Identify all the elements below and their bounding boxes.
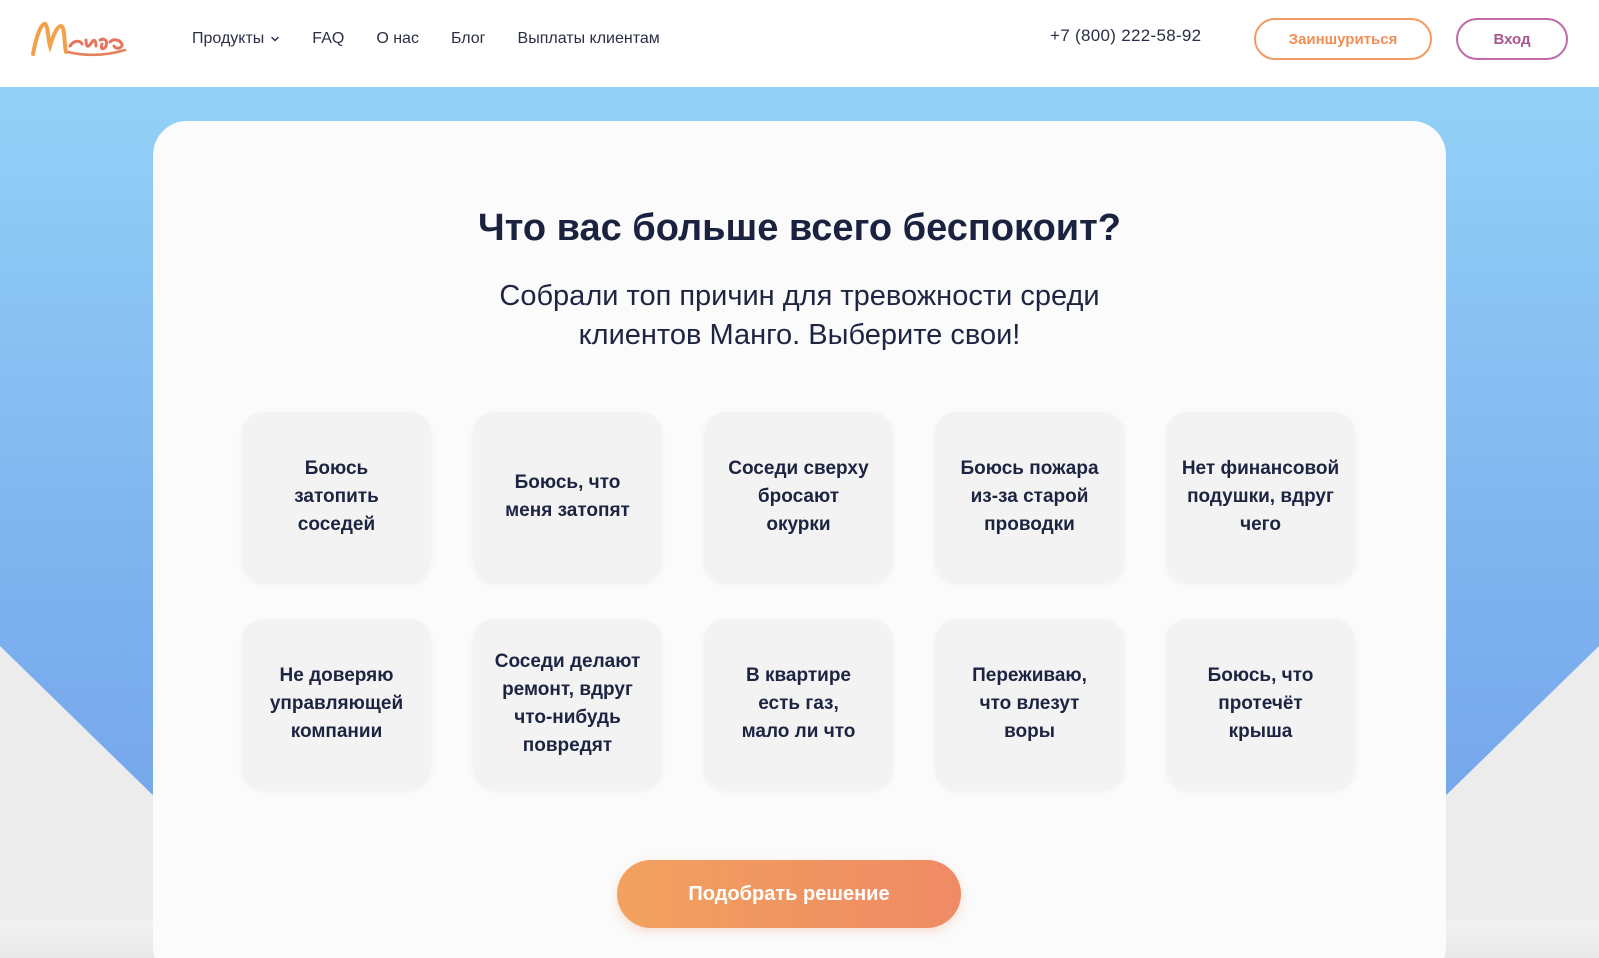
- concern-options-grid: Боюсь затопить соседей Боюсь, что меня з…: [242, 412, 1355, 789]
- concern-option[interactable]: В квартире есть газ, мало ли что: [704, 619, 893, 789]
- subtitle-line: Собрали топ причин для тревожности среди: [499, 280, 1100, 312]
- insure-button[interactable]: Заиншуриться: [1254, 18, 1432, 60]
- main-nav: Продукты FAQ О нас Блог Выплаты клиентам: [192, 0, 660, 78]
- concern-option[interactable]: Боюсь затопить соседей: [242, 412, 431, 582]
- subtitle-line: клиентов Манго. Выберите свои!: [578, 319, 1021, 351]
- mango-logo[interactable]: [30, 18, 130, 62]
- concerns-card: Что вас больше всего беспокоит? Собрали …: [153, 121, 1446, 958]
- nav-item-products[interactable]: Продукты: [192, 30, 280, 48]
- concern-option[interactable]: Не доверяю управляющей компании: [242, 619, 431, 789]
- find-solution-button[interactable]: Подобрать решение: [617, 860, 961, 928]
- concern-option[interactable]: Переживаю, что влезут воры: [935, 619, 1124, 789]
- concern-option[interactable]: Боюсь пожара из-за старой проводки: [935, 412, 1124, 582]
- concern-option[interactable]: Соседи сверху бросают окурки: [704, 412, 893, 582]
- concern-option[interactable]: Боюсь, что протечёт крыша: [1166, 619, 1355, 789]
- page-title: Что вас больше всего беспокоит?: [478, 207, 1121, 249]
- concern-option[interactable]: Боюсь, что меня затопят: [473, 412, 662, 582]
- nav-item-blog[interactable]: Блог: [451, 30, 486, 48]
- phone-number[interactable]: +7 (800) 222-58-92: [1050, 26, 1201, 46]
- nav-item-label: Продукты: [192, 30, 265, 47]
- site-header: Продукты FAQ О нас Блог Выплаты клиентам…: [0, 0, 1599, 87]
- login-button[interactable]: Вход: [1456, 18, 1568, 60]
- nav-item-about[interactable]: О нас: [376, 30, 419, 48]
- nav-item-faq[interactable]: FAQ: [312, 30, 344, 48]
- chevron-down-icon: [271, 36, 280, 42]
- nav-item-payouts[interactable]: Выплаты клиентам: [518, 30, 660, 48]
- page-subtitle: Собрали топ причин для тревожности среди…: [153, 277, 1446, 355]
- concern-option[interactable]: Нет финансовой подушки, вдруг чего: [1166, 412, 1355, 582]
- concern-option[interactable]: Соседи делают ремонт, вдруг что-нибудь п…: [473, 619, 662, 789]
